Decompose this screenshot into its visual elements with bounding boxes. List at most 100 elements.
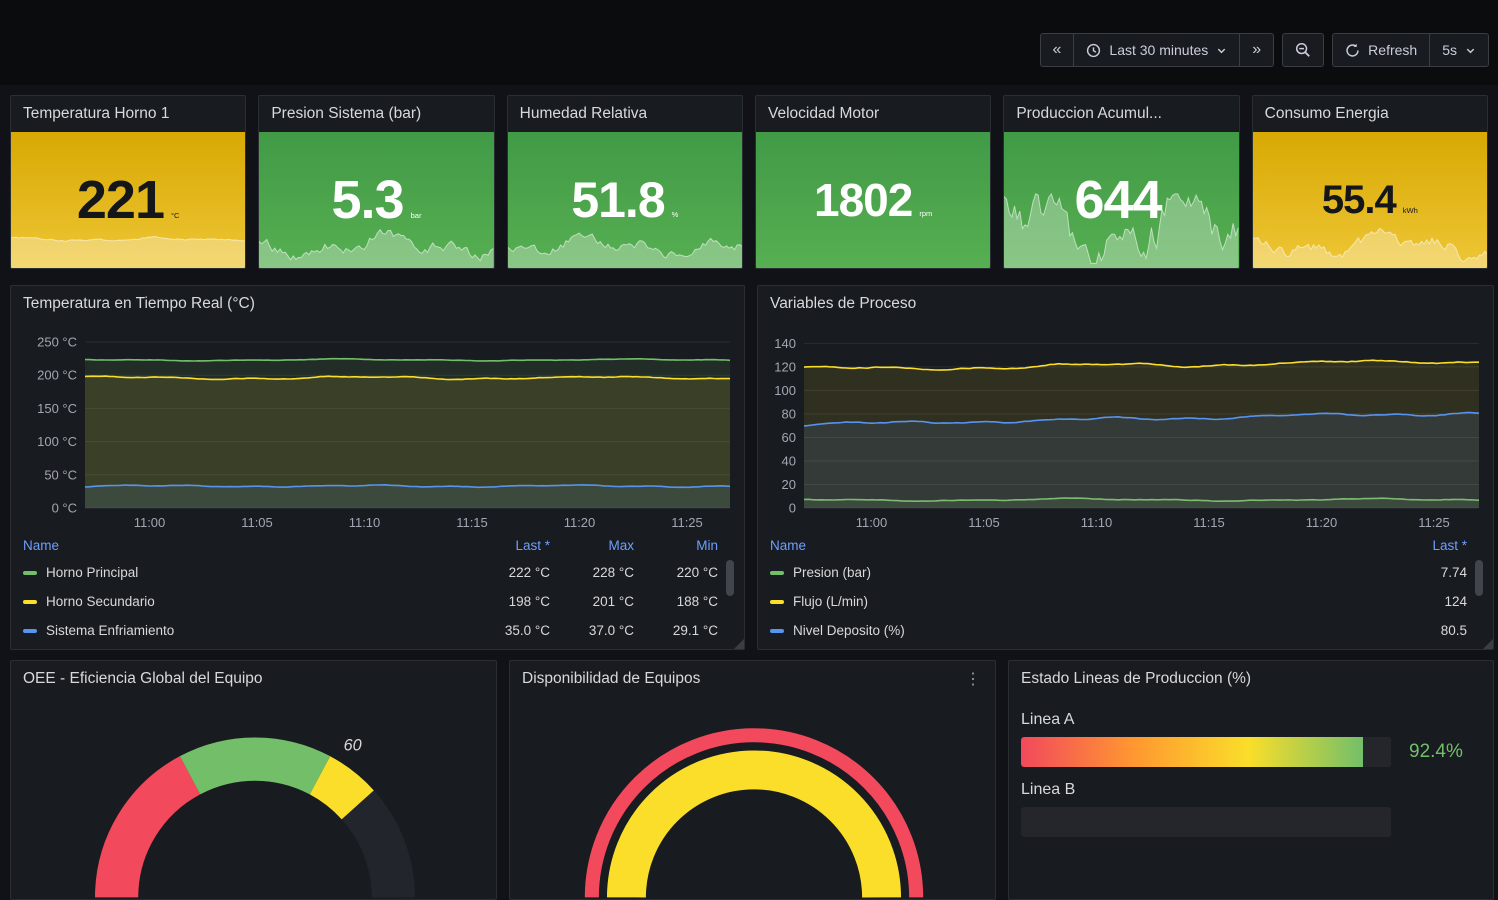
stat-panel-consumo-energia: Consumo Energia 55.4kWh [1252, 95, 1488, 269]
stat-value-area: 51.8% [508, 132, 742, 268]
stat-value-area: 5.3bar [259, 132, 493, 268]
stat-unit: rpm [919, 209, 932, 218]
time-shift-forward-button[interactable]: » [1240, 33, 1274, 67]
legend-header: Name Last * [770, 532, 1467, 558]
sparkline [1253, 222, 1487, 268]
panel-title[interactable]: Temperatura en Tiempo Real (°C) [23, 295, 255, 313]
time-range-picker[interactable]: Last 30 minutes [1074, 33, 1240, 67]
legend-sort-name[interactable]: Name [770, 538, 806, 553]
panel-disponibilidad: Disponibilidad de Equipos ⋮ [509, 660, 996, 900]
legend-value: 198 °C [466, 594, 550, 609]
panel-resize-handle[interactable] [1483, 639, 1493, 649]
legend-row: Nivel Deposito (%)80.5 [770, 616, 1467, 645]
legend-row: Horno Secundario198 °C201 °C188 °C [23, 587, 718, 616]
legend-sort-column[interactable]: Last * [1432, 538, 1467, 553]
bottom-row: OEE - Eficiencia Global del Equipo 60 Di… [10, 660, 1494, 900]
legend-series-name[interactable]: Presion (bar) [793, 565, 871, 580]
panel-title[interactable]: Presion Sistema (bar) [271, 105, 421, 123]
stat-panel-produccion-acumulada: Produccion Acumul... 644 [1003, 95, 1239, 269]
disponibilidad-gauge [570, 705, 938, 900]
panel-estado-lineas: Estado Lineas de Produccion (%) Linea A … [1008, 660, 1494, 900]
legend-series-name[interactable]: Sistema Enfriamiento [46, 623, 174, 638]
legend-series-name[interactable]: Horno Secundario [46, 594, 155, 609]
oee-gauge: 60 [71, 705, 439, 900]
double-chevron-left-icon: « [1053, 42, 1062, 58]
bar-gauge-track [1021, 807, 1391, 837]
panel-title[interactable]: OEE - Eficiencia Global del Equipo [23, 670, 263, 688]
zoom-out-time-button[interactable] [1282, 33, 1324, 67]
time-nav-group: « Last 30 minutes » [1040, 33, 1275, 67]
refresh-interval-picker[interactable]: 5s [1430, 33, 1489, 67]
stat-panels-row: Temperatura Horno 1 221°C Presion Sistem… [10, 95, 1488, 269]
time-series-chart[interactable]: 0 °C50 °C100 °C150 °C200 °C250 °C11:0011… [19, 326, 736, 532]
stat-unit: bar [411, 211, 422, 220]
panel-title[interactable]: Estado Lineas de Produccion (%) [1021, 670, 1251, 688]
time-controls: « Last 30 minutes » [1040, 33, 1489, 67]
legend-value: 220 °C [634, 565, 718, 580]
refresh-button[interactable]: Refresh [1332, 33, 1430, 67]
legend-series-name[interactable]: Nivel Deposito (%) [793, 623, 905, 638]
panel-oee: OEE - Eficiencia Global del Equipo 60 [10, 660, 497, 900]
dashboard-toolbar: « Last 30 minutes » [0, 0, 1498, 85]
svg-text:11:00: 11:00 [856, 515, 888, 530]
panel-resize-handle[interactable] [734, 639, 744, 649]
double-chevron-right-icon: » [1252, 42, 1261, 58]
bar-gauge-linea-b: Linea B [1021, 781, 1481, 837]
legend-header: Name Last * Max Min [23, 532, 718, 558]
legend-series-name[interactable]: Flujo (L/min) [793, 594, 868, 609]
svg-text:11:10: 11:10 [1081, 515, 1113, 530]
legend-row: Horno Principal222 °C228 °C220 °C [23, 558, 718, 587]
stat-value: 55.4 [1322, 178, 1396, 223]
legend-value: 124 [1383, 594, 1467, 609]
panel-title[interactable]: Produccion Acumul... [1016, 105, 1162, 123]
magnifier-minus-icon [1295, 42, 1311, 58]
svg-text:11:15: 11:15 [1193, 515, 1225, 530]
legend-sort-column[interactable]: Last * [515, 538, 550, 553]
svg-text:150 °C: 150 °C [37, 401, 77, 416]
stat-value: 51.8 [571, 171, 664, 229]
legend-row: Presion (bar) 7.74 [770, 558, 1467, 587]
time-range-label: Last 30 minutes [1109, 42, 1208, 58]
gauge-segment-yellow [320, 775, 358, 805]
stat-value: 221 [77, 169, 164, 231]
stat-panel-velocidad-motor: Velocidad Motor 1802rpm [755, 95, 991, 269]
legend-sort-name[interactable]: Name [23, 538, 59, 553]
scrollbar-thumb[interactable] [726, 560, 734, 596]
panel-title[interactable]: Temperatura Horno 1 [23, 105, 169, 123]
legend-sort-column[interactable]: Min [696, 538, 718, 553]
time-shift-back-button[interactable]: « [1040, 33, 1075, 67]
legend-value: 222 °C [466, 565, 550, 580]
refresh-group: Refresh 5s [1332, 33, 1489, 67]
legend-sort-column[interactable]: Max [608, 538, 634, 553]
bar-gauge-value: 92.4% [1409, 741, 1463, 763]
scrollbar-thumb[interactable] [1475, 560, 1483, 596]
svg-text:100: 100 [774, 383, 796, 398]
kebab-menu-icon[interactable]: ⋮ [963, 669, 983, 689]
bar-gauge-linea-a: Linea A 92.4% [1021, 711, 1481, 767]
legend-value: 37.0 °C [550, 623, 634, 638]
legend-value: 201 °C [550, 594, 634, 609]
legend-scrollbar[interactable] [726, 560, 734, 634]
stat-value-area: 1802rpm [756, 132, 990, 268]
bar-gauge-label: Linea A [1021, 711, 1481, 729]
panel-temperatura-tiempo-real: Temperatura en Tiempo Real (°C) 0 °C50 °… [10, 285, 745, 650]
chevron-down-icon [1216, 45, 1227, 56]
legend-series-name[interactable]: Horno Principal [46, 565, 138, 580]
svg-text:0 °C: 0 °C [52, 501, 77, 516]
svg-text:11:20: 11:20 [1306, 515, 1338, 530]
panel-title[interactable]: Variables de Proceso [770, 295, 916, 313]
panel-title[interactable]: Consumo Energia [1265, 105, 1389, 123]
panel-title[interactable]: Humedad Relativa [520, 105, 648, 123]
legend-row: Sistema Enfriamiento35.0 °C37.0 °C29.1 °… [23, 616, 718, 645]
stat-panel-temperatura-horno-1: Temperatura Horno 1 221°C [10, 95, 246, 269]
svg-text:40: 40 [782, 454, 796, 469]
time-series-chart[interactable]: 02040608010012014011:0011:0511:1011:1511… [766, 326, 1485, 532]
panel-title[interactable]: Disponibilidad de Equipos [522, 670, 700, 688]
panel-title[interactable]: Velocidad Motor [768, 105, 879, 123]
legend-scrollbar[interactable] [1475, 560, 1483, 634]
series-color-marker [23, 600, 37, 604]
clock-icon [1086, 43, 1101, 58]
series-color-marker [770, 571, 784, 575]
gauge-area: 60 [11, 697, 496, 897]
legend-value: 7.74 [1383, 565, 1467, 580]
